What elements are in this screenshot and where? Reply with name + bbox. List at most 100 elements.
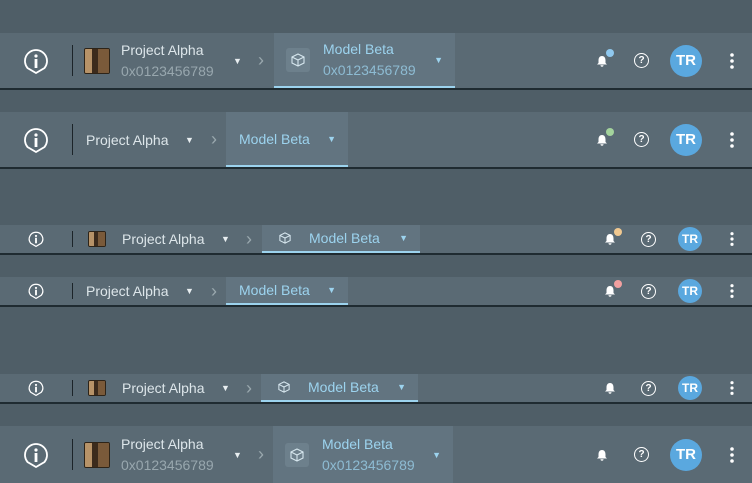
model-selector[interactable]: Model Beta 0x0123456789 ▼ xyxy=(273,426,453,483)
project-name: Project Alpha xyxy=(122,231,205,247)
project-selector[interactable]: Project Alpha xyxy=(86,277,169,305)
project-selector[interactable]: Project Alpha 0x0123456789 xyxy=(84,33,214,88)
avatar[interactable]: TR xyxy=(678,374,702,402)
app-header-bar: Project Alpha ▼ › Model Beta ▼ ? TR xyxy=(0,277,752,307)
bell-icon[interactable] xyxy=(594,33,614,88)
avatar-initials: TR xyxy=(670,123,702,156)
chevron-right-icon: › xyxy=(246,228,252,249)
caret-down-icon[interactable]: ▼ xyxy=(185,112,194,167)
caret-down-icon[interactable]: ▼ xyxy=(185,277,194,305)
info-pin-logo-icon[interactable] xyxy=(22,426,50,483)
project-name: Project Alpha xyxy=(122,380,205,396)
cube-icon xyxy=(286,47,310,72)
app-header-bar: Project Alpha ▼ › Model Beta ▼ ? TR xyxy=(0,225,752,255)
app-header-bar: Project Alpha ▼ › Model Beta ▼ ? TR xyxy=(0,112,752,169)
kebab-menu-icon[interactable] xyxy=(728,33,736,88)
avatar[interactable]: TR xyxy=(670,426,702,483)
info-pin-logo-icon[interactable] xyxy=(22,277,50,305)
divider xyxy=(72,231,73,247)
help-icon[interactable]: ? xyxy=(634,426,649,483)
caret-down-icon[interactable]: ▼ xyxy=(233,426,242,483)
project-thumbnail xyxy=(88,380,106,396)
model-name: Model Beta xyxy=(239,282,310,298)
caret-down-icon[interactable]: ▼ xyxy=(233,33,242,88)
caret-down-icon[interactable]: ▼ xyxy=(327,285,336,295)
avatar[interactable]: TR xyxy=(678,277,702,305)
divider xyxy=(72,380,73,396)
kebab-menu-icon[interactable] xyxy=(728,277,736,305)
model-selector[interactable]: Model Beta 0x0123456789 ▼ xyxy=(274,33,455,88)
notification-dot xyxy=(606,128,614,136)
info-pin-logo-icon[interactable] xyxy=(22,225,50,253)
bell-icon[interactable] xyxy=(594,426,610,483)
model-id: 0x0123456789 xyxy=(323,62,416,78)
avatar-initials: TR xyxy=(670,438,702,471)
info-pin-logo-icon[interactable] xyxy=(22,33,50,88)
project-thumbnail xyxy=(84,47,110,74)
divider xyxy=(72,283,73,299)
project-thumbnail xyxy=(84,441,110,468)
help-icon[interactable]: ? xyxy=(634,33,649,88)
help-icon[interactable]: ? xyxy=(641,374,656,402)
project-name: Project Alpha xyxy=(86,283,169,299)
model-name: Model Beta xyxy=(323,41,394,57)
caret-down-icon[interactable]: ▼ xyxy=(399,233,408,243)
kebab-menu-icon[interactable] xyxy=(728,112,736,167)
project-selector[interactable]: Project Alpha 0x0123456789 xyxy=(84,426,214,483)
caret-down-icon[interactable]: ▼ xyxy=(221,225,230,253)
info-pin-logo-icon[interactable] xyxy=(22,112,50,167)
model-selector[interactable]: Model Beta ▼ xyxy=(262,225,420,253)
project-selector[interactable]: Project Alpha xyxy=(88,374,205,402)
chevron-right-icon: › xyxy=(258,50,264,70)
notification-dot xyxy=(614,228,622,236)
bell-icon[interactable] xyxy=(602,374,618,402)
help-icon[interactable]: ? xyxy=(641,225,656,253)
cube-icon xyxy=(279,232,291,244)
chevron-right-icon: › xyxy=(211,280,217,301)
app-header-bar: Project Alpha 0x0123456789 ▼ › Model Bet… xyxy=(0,33,752,90)
bell-icon[interactable] xyxy=(602,225,622,253)
caret-down-icon[interactable]: ▼ xyxy=(397,382,406,392)
chevron-right-icon: › xyxy=(258,444,264,464)
avatar-initials: TR xyxy=(678,227,702,251)
avatar[interactable]: TR xyxy=(678,225,702,253)
bell-icon[interactable] xyxy=(602,277,622,305)
chevron-right-icon: › xyxy=(246,377,252,398)
project-selector[interactable]: Project Alpha xyxy=(88,225,205,253)
divider xyxy=(72,438,73,471)
chevron-right-icon: › xyxy=(211,129,217,149)
project-name: Project Alpha xyxy=(121,436,204,452)
app-header-bar: Project Alpha ▼ › Model Beta ▼ ? TR xyxy=(0,374,752,404)
help-icon[interactable]: ? xyxy=(634,112,649,167)
model-selector[interactable]: Model Beta ▼ xyxy=(261,374,418,402)
avatar[interactable]: TR xyxy=(670,112,702,167)
model-name: Model Beta xyxy=(308,379,379,395)
avatar-initials: TR xyxy=(678,279,702,303)
help-icon[interactable]: ? xyxy=(641,277,656,305)
model-selector[interactable]: Model Beta ▼ xyxy=(226,112,348,167)
project-selector[interactable]: Project Alpha xyxy=(86,112,169,167)
app-header-bar: Project Alpha 0x0123456789 ▼ › Model Bet… xyxy=(0,426,752,483)
project-thumbnail xyxy=(88,231,106,247)
bell-icon[interactable] xyxy=(594,112,614,167)
cube-icon xyxy=(285,442,309,467)
kebab-menu-icon[interactable] xyxy=(728,225,736,253)
avatar-initials: TR xyxy=(670,44,702,77)
model-id: 0x0123456789 xyxy=(322,457,415,473)
caret-down-icon[interactable]: ▼ xyxy=(221,374,230,402)
caret-down-icon[interactable]: ▼ xyxy=(327,134,336,144)
divider xyxy=(72,45,73,76)
avatar[interactable]: TR xyxy=(670,33,702,88)
model-name: Model Beta xyxy=(309,230,380,246)
divider xyxy=(72,124,73,155)
info-pin-logo-icon[interactable] xyxy=(22,374,50,402)
kebab-menu-icon[interactable] xyxy=(728,426,736,483)
project-id: 0x0123456789 xyxy=(121,457,214,473)
kebab-menu-icon[interactable] xyxy=(728,374,736,402)
model-name: Model Beta xyxy=(322,436,393,452)
notification-dot xyxy=(614,280,622,288)
model-selector[interactable]: Model Beta ▼ xyxy=(226,277,348,305)
caret-down-icon[interactable]: ▼ xyxy=(434,55,443,65)
project-id: 0x0123456789 xyxy=(121,63,214,79)
caret-down-icon[interactable]: ▼ xyxy=(432,450,441,460)
